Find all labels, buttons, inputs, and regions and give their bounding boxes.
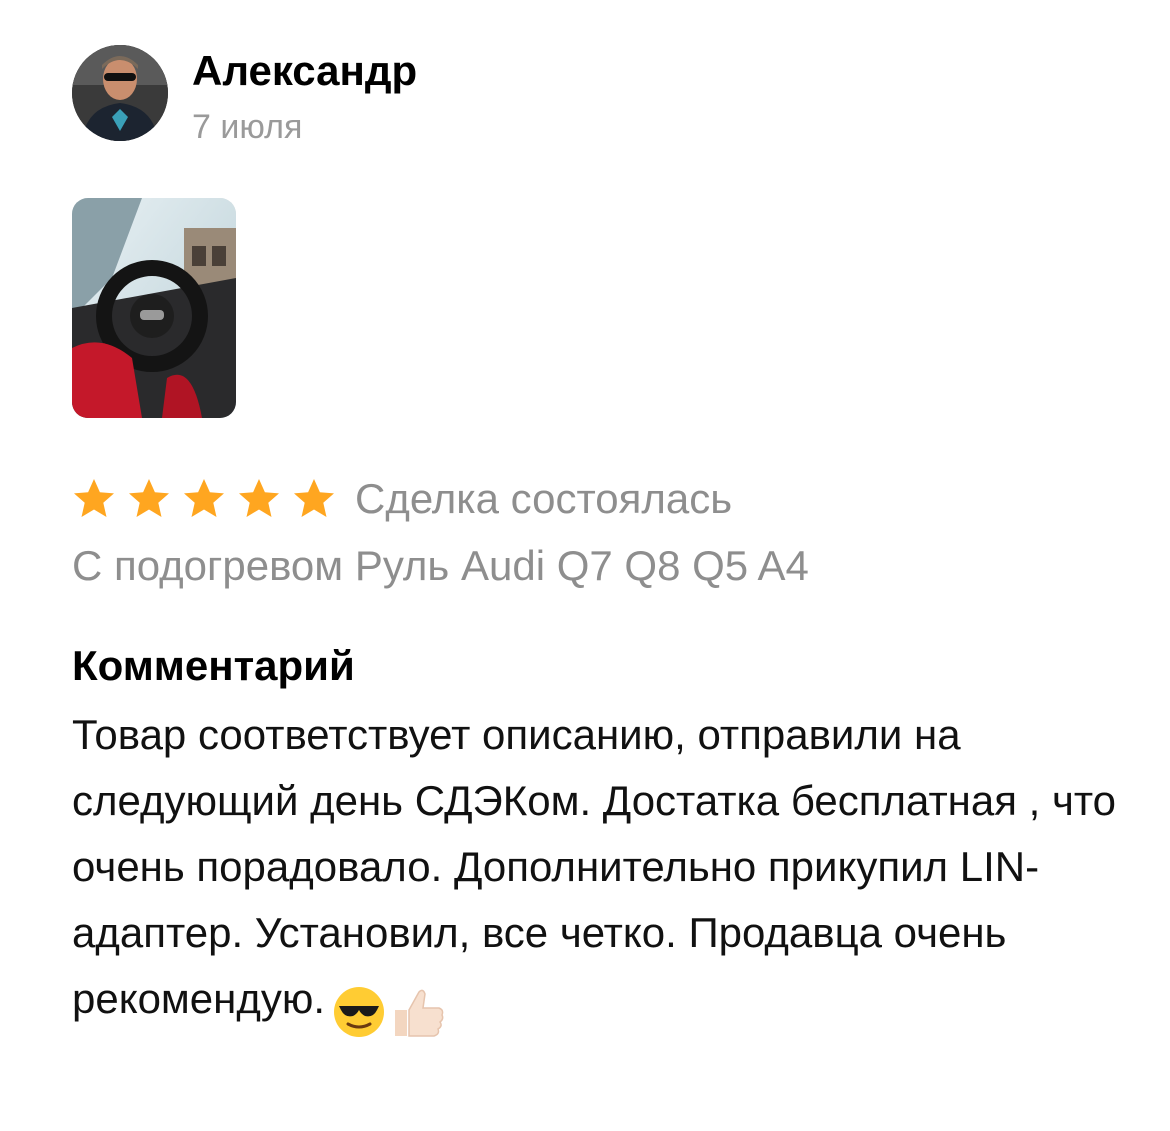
review-date: 7 июля bbox=[192, 108, 303, 146]
star-icon bbox=[127, 477, 171, 521]
comment-title: Комментарий bbox=[72, 642, 355, 689]
author-name[interactable]: Александр bbox=[192, 47, 417, 95]
deal-status: Сделка состоялась bbox=[355, 475, 733, 522]
review-photo-thumbnail[interactable] bbox=[72, 198, 236, 418]
star-icon bbox=[182, 477, 226, 521]
rating-row: Сделка состоялась bbox=[72, 473, 732, 525]
product-name[interactable]: С подогревом Руль Audi Q7 Q8 Q5 A4 bbox=[72, 540, 809, 592]
sunglasses-face-emoji bbox=[334, 986, 385, 1037]
star-icon bbox=[72, 477, 116, 521]
star-icon bbox=[292, 477, 336, 521]
star-rating bbox=[72, 477, 347, 521]
thumbs-up-emoji bbox=[395, 989, 444, 1037]
review-header: Александр 7 июля bbox=[72, 45, 417, 147]
comment-body: Товар соответствует описанию, отправили … bbox=[72, 702, 1122, 1042]
comment-text: Товар соответствует описанию, отправили … bbox=[72, 711, 1116, 1022]
star-icon bbox=[237, 477, 281, 521]
avatar[interactable] bbox=[72, 45, 168, 141]
comment-emojis bbox=[331, 976, 447, 1042]
